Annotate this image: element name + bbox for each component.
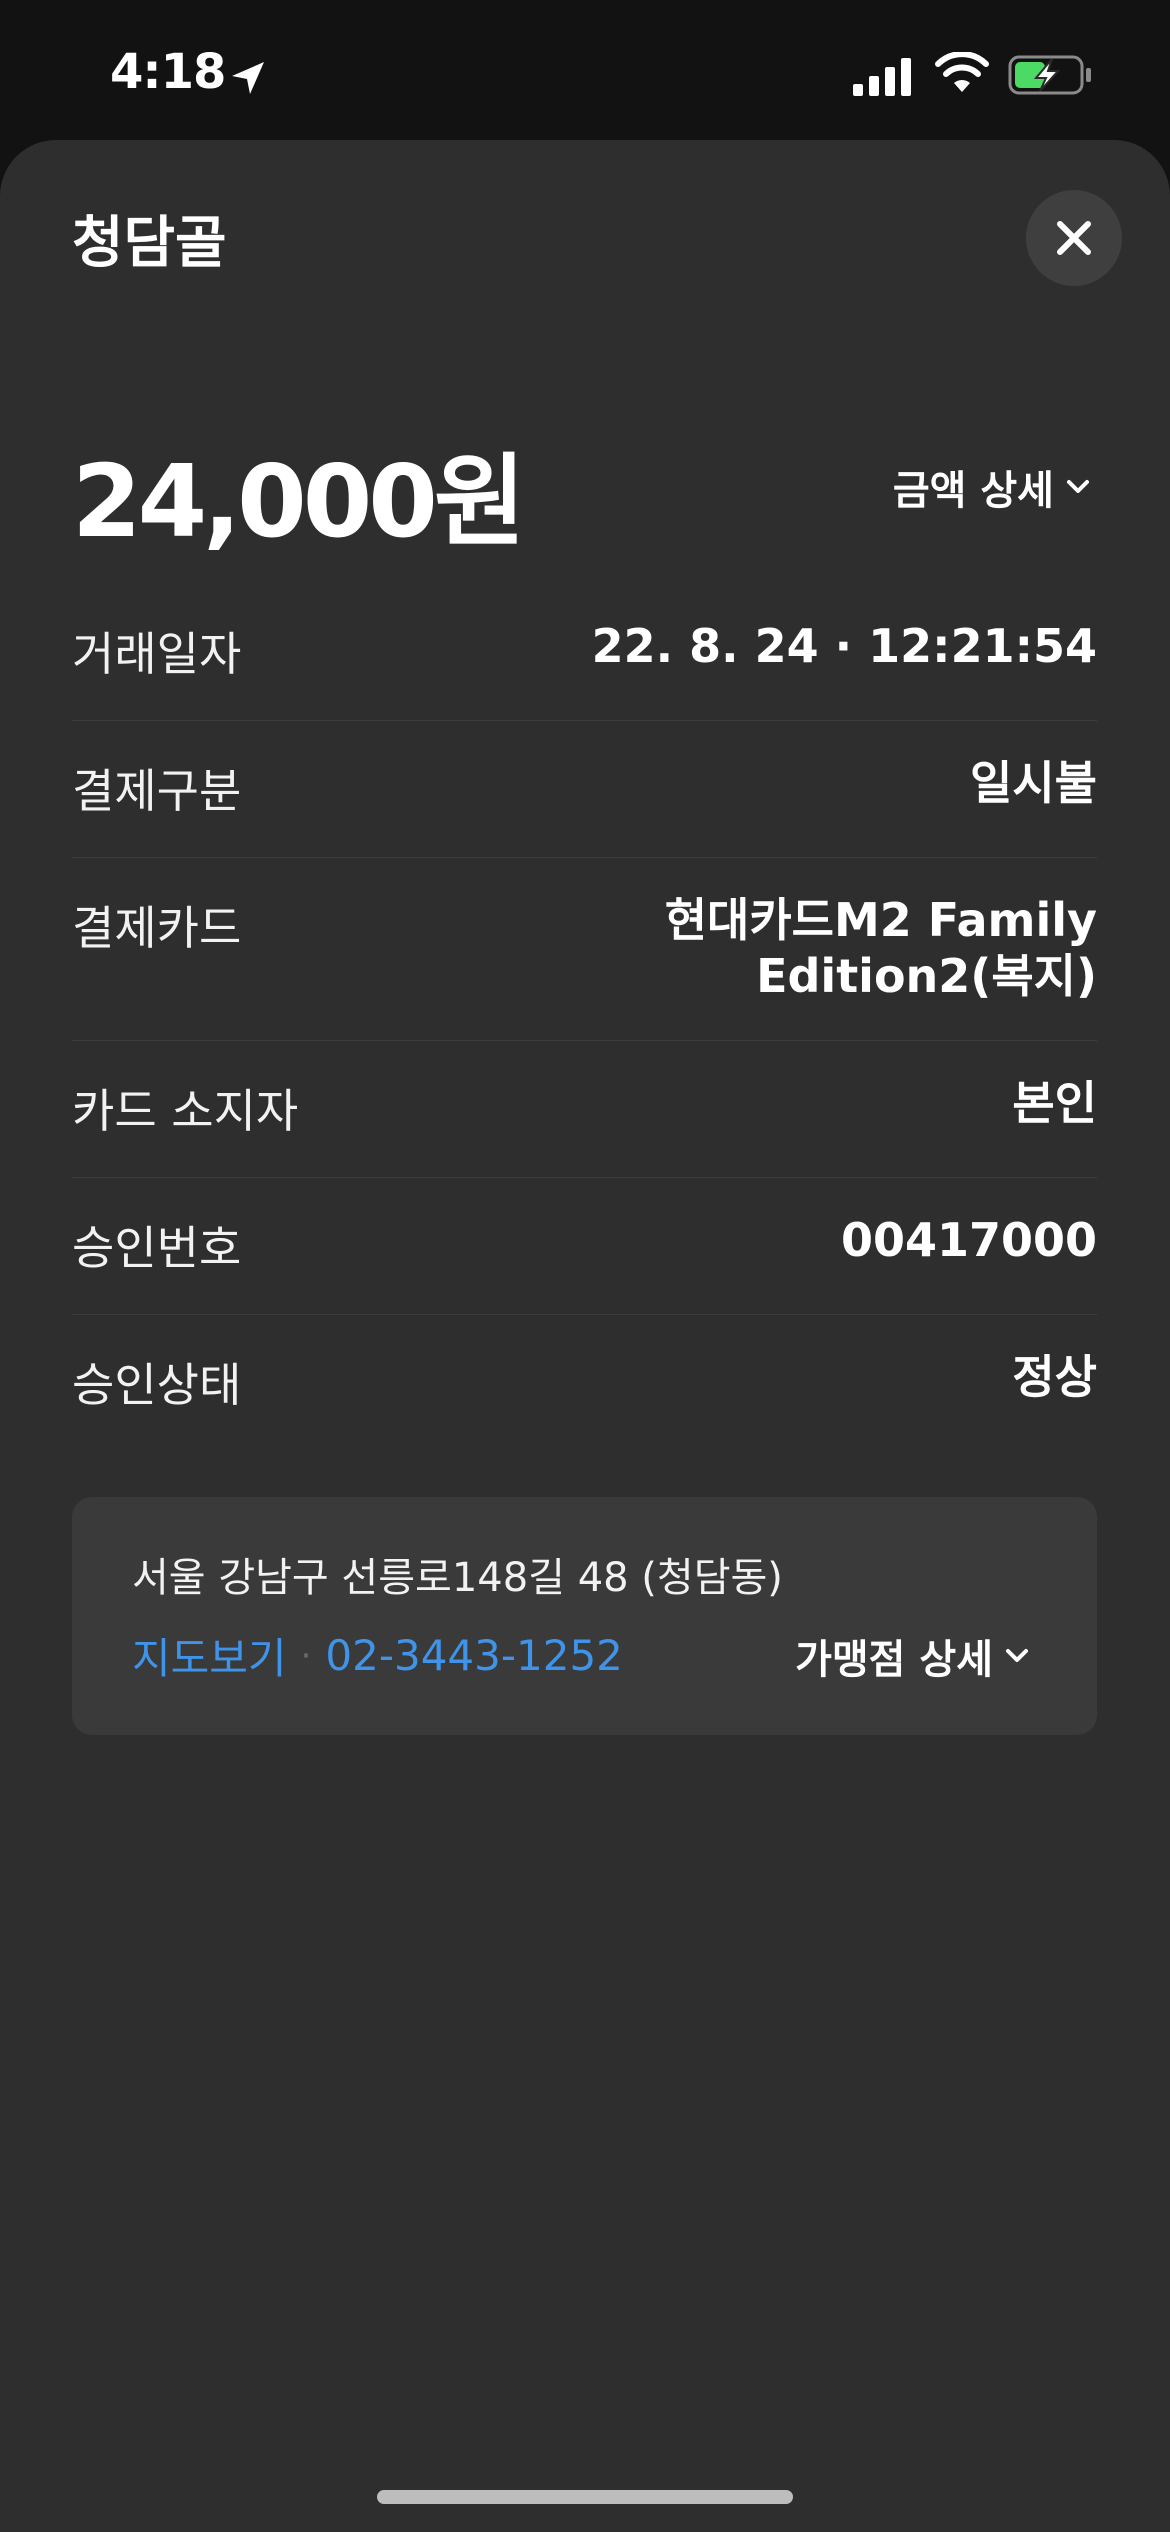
detail-value: 22. 8. 24 · 12:21:54 — [591, 619, 1097, 673]
map-link[interactable]: 지도보기 — [132, 1625, 287, 1686]
status-time: 4:18 — [110, 44, 226, 100]
amount-detail-button[interactable]: 금액 상세 — [893, 458, 1090, 516]
merchant-links: 지도보기 · 02-3443-1252 — [132, 1625, 623, 1686]
detail-value: 현대카드M2 Family Edition2(복지) — [664, 893, 1097, 1004]
chevron-down-icon — [1067, 480, 1089, 493]
detail-value: 정상 — [1012, 1350, 1097, 1405]
battery-charging-icon — [1008, 55, 1091, 95]
location-arrow-icon — [232, 62, 264, 94]
detail-value: 00417000 — [840, 1213, 1097, 1268]
merchant-detail-button[interactable]: 가맹점 상세 — [795, 1627, 1029, 1685]
merchant-title: 청담골 — [72, 211, 227, 276]
detail-row-payment-card: 결제카드 현대카드M2 Family Edition2(복지) — [72, 858, 1097, 1042]
detail-label: 결제구분 — [72, 764, 242, 818]
cellular-signal-icon — [853, 58, 911, 96]
detail-label: 결제카드 — [72, 901, 242, 955]
merchant-detail-label: 가맹점 상세 — [795, 1637, 993, 1683]
detail-row-approval-number: 승인번호 00417000 — [72, 1178, 1097, 1316]
merchant-address: 서울 강남구 선릉로148길 48 (청담동) — [132, 1555, 783, 1601]
home-indicator[interactable] — [377, 2490, 793, 2504]
detail-label: 승인상태 — [72, 1358, 242, 1413]
link-separator: · — [300, 1635, 312, 1676]
phone-link[interactable]: 02-3443-1252 — [325, 1631, 623, 1680]
detail-value: 일시불 — [970, 756, 1097, 810]
chevron-down-icon — [1006, 1649, 1028, 1662]
detail-label: 승인번호 — [72, 1221, 242, 1276]
status-bar: 4:18 — [0, 0, 1170, 140]
detail-label: 거래일자 — [72, 627, 242, 681]
merchant-info-card: 서울 강남구 선릉로148길 48 (청담동) 지도보기 · 02-3443-1… — [72, 1497, 1097, 1735]
wifi-icon — [935, 52, 989, 92]
detail-label: 카드 소지자 — [72, 1084, 299, 1139]
amount-detail-label: 금액 상세 — [892, 468, 1054, 514]
detail-row-card-holder: 카드 소지자 본인 — [72, 1041, 1097, 1179]
detail-row-transaction-date: 거래일자 22. 8. 24 · 12:21:54 — [72, 584, 1097, 721]
transaction-detail-sheet: 청담골 24,000원 금액 상세 거래일자 22. 8. 24 · 12:21… — [0, 140, 1170, 2532]
payment-amount: 24,000원 — [72, 443, 526, 560]
transaction-details-list: 거래일자 22. 8. 24 · 12:21:54 결제구분 일시불 결제카드 … — [72, 584, 1097, 1451]
close-icon — [1057, 221, 1091, 255]
close-button[interactable] — [1026, 190, 1122, 286]
detail-value: 본인 — [1012, 1076, 1097, 1131]
detail-row-payment-type: 결제구분 일시불 — [72, 721, 1097, 858]
detail-row-approval-status: 승인상태 정상 — [72, 1315, 1097, 1451]
